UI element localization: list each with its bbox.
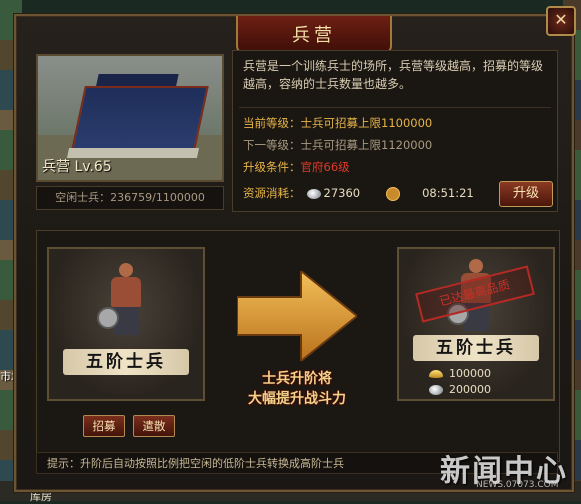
resource-silver-amount: 27360 bbox=[323, 186, 361, 200]
current-level-label: 当前等级： bbox=[243, 116, 301, 130]
building-description: 兵营是一个训练兵士的场所，兵营等级越高，招募的等级越高，容纳的士兵数量也越多。 bbox=[243, 59, 544, 91]
resource-cost-label: 资源消耗： bbox=[243, 186, 301, 200]
upgrade-condition-row: 升级条件：官府66级 bbox=[243, 159, 350, 175]
idle-soldiers-count: 空闲士兵：236759/1100000 bbox=[36, 186, 224, 210]
next-level-row: 下一等级：士兵可招募上限1120000 bbox=[243, 137, 432, 153]
axe-icon bbox=[97, 307, 119, 329]
dismiss-button[interactable]: 遣散 bbox=[133, 415, 175, 437]
upgrade-condition-value: 官府66级 bbox=[300, 160, 350, 174]
resource-cost-row: 资源消耗： 27360 08:51:21 bbox=[243, 185, 474, 201]
barracks-image bbox=[71, 86, 209, 150]
current-level-value: 士兵可招募上限1100000 bbox=[300, 116, 433, 130]
gold-ingot-icon bbox=[429, 370, 443, 378]
barracks-window: 兵营 兵营 Lv.65 空闲士兵：236759/1100000 兵营是一个训练兵… bbox=[14, 14, 574, 492]
next-soldier-card: 已达最高品质 五阶士兵 100000 200000 bbox=[397, 247, 555, 401]
silver-coin-icon bbox=[306, 188, 321, 199]
upgrade-condition-label: 升级条件： bbox=[243, 160, 301, 174]
window-title-plate: 兵营 bbox=[236, 16, 392, 54]
soldier-figure bbox=[97, 263, 153, 335]
building-name-level: 兵营 Lv.65 bbox=[42, 159, 112, 175]
recruit-button[interactable]: 招募 bbox=[83, 415, 125, 437]
current-soldier-card: 五阶士兵 bbox=[47, 247, 205, 401]
promotion-line-1: 士兵升阶将 bbox=[262, 371, 332, 387]
gold-cost-amount: 100000 bbox=[449, 367, 491, 380]
building-info-panel: 兵营是一个训练兵士的场所，兵营等级越高，招募的等级越高，容纳的士兵数量也越多。 … bbox=[232, 50, 558, 212]
upgrade-time: 08:51:21 bbox=[422, 186, 474, 200]
next-level-value: 士兵可招募上限1120000 bbox=[300, 138, 433, 152]
gold-cost-row: 100000 bbox=[429, 367, 491, 380]
window-title: 兵营 bbox=[292, 25, 336, 46]
upgrade-button[interactable]: 升级 bbox=[499, 181, 553, 207]
upgrade-arrow-icon bbox=[237, 271, 357, 361]
current-rank-plate: 五阶士兵 bbox=[63, 349, 189, 375]
current-level-row: 当前等级：士兵可招募上限1100000 bbox=[243, 115, 432, 131]
promotion-slogan: 士兵升阶将 大幅提升战斗力 bbox=[227, 369, 367, 409]
watermark-url: NEWS.07073.COM bbox=[476, 480, 559, 490]
silver-cost-amount: 200000 bbox=[449, 383, 491, 396]
soldier-upgrade-area: 五阶士兵 士兵升阶将 大幅提升战斗力 已达最高品质 五阶士兵 100000 20… bbox=[36, 230, 560, 462]
divider bbox=[239, 107, 551, 108]
silver-cost-row: 200000 bbox=[429, 383, 491, 396]
close-button[interactable]: ✕ bbox=[546, 6, 576, 36]
building-thumbnail: 兵营 Lv.65 bbox=[36, 54, 224, 182]
promotion-line-2: 大幅提升战斗力 bbox=[248, 391, 346, 407]
next-rank-plate: 五阶士兵 bbox=[413, 335, 539, 361]
next-level-label: 下一等级： bbox=[243, 138, 301, 152]
silver-coin-icon bbox=[429, 385, 443, 395]
clock-icon bbox=[386, 186, 401, 201]
